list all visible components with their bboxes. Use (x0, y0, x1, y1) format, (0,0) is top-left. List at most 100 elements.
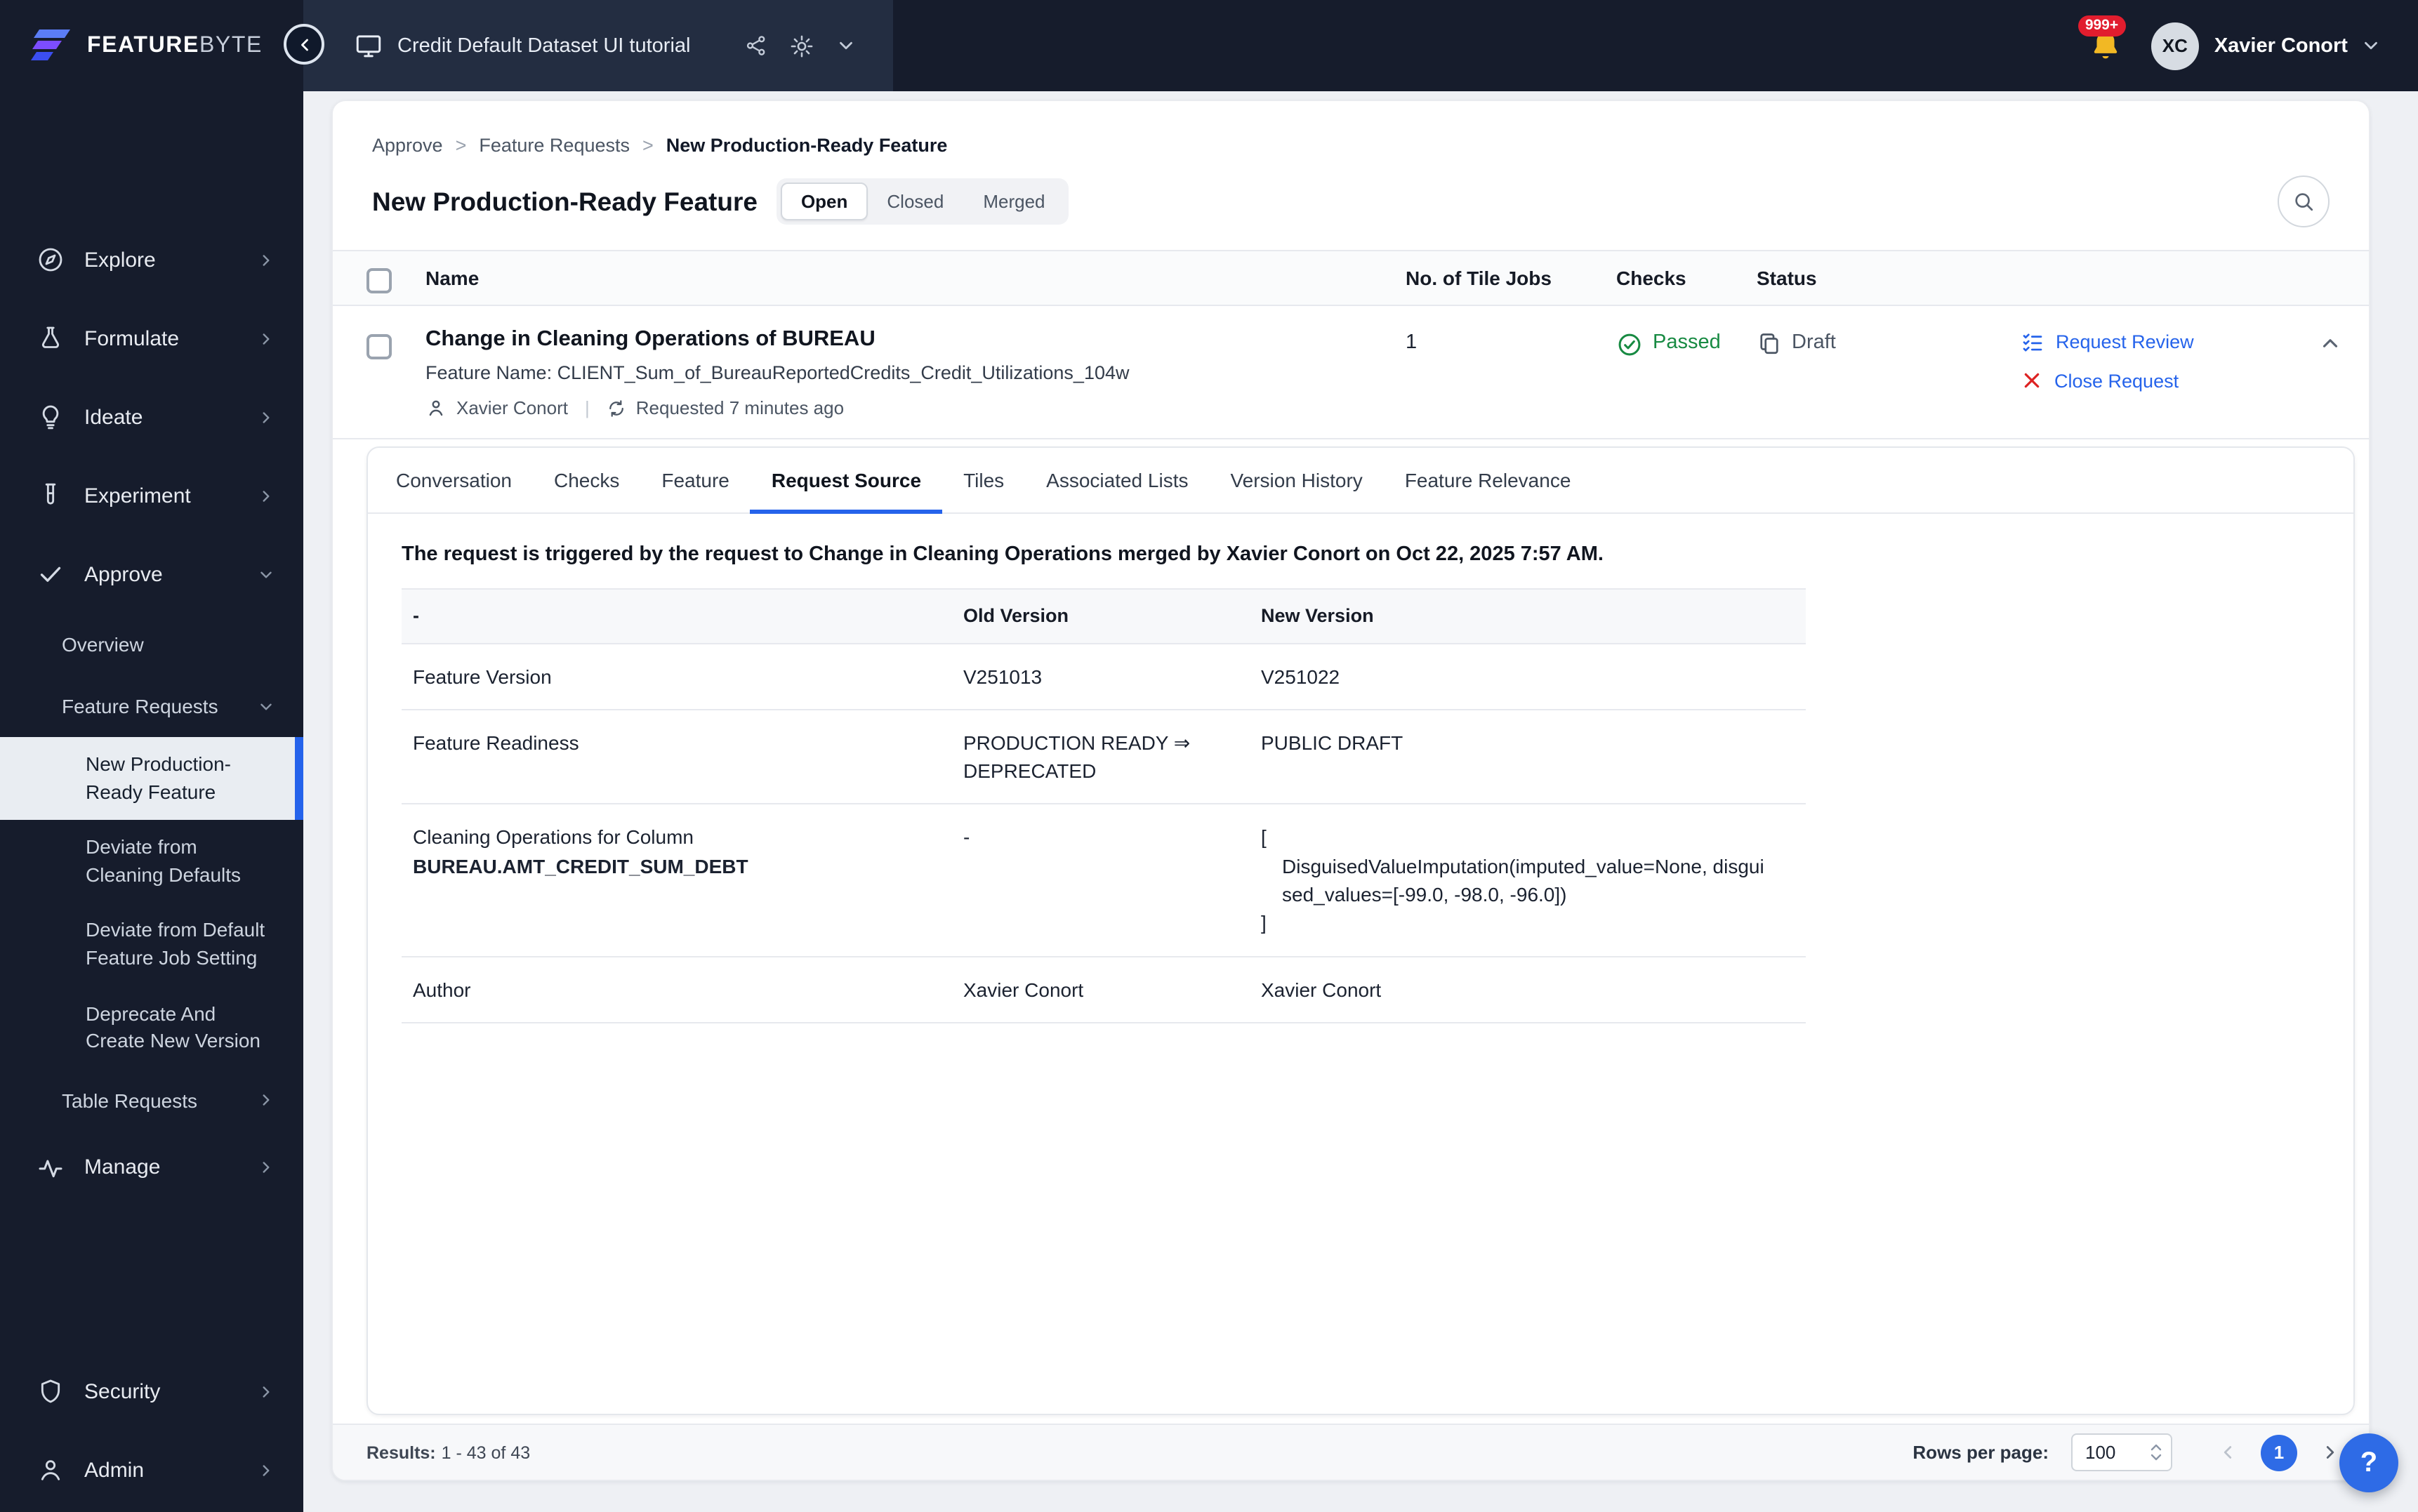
bracket-open: [ (1261, 823, 1795, 852)
refresh-icon (607, 398, 626, 418)
sidebar-collapse-button[interactable] (284, 24, 324, 65)
request-review-label: Request Review (2056, 331, 2194, 352)
page-header: Approve > Feature Requests > New Product… (333, 101, 2369, 227)
select-all-checkbox[interactable] (366, 267, 392, 293)
close-request-button[interactable]: Close Request (2021, 369, 2318, 392)
sidebar-item-table-requests[interactable]: Table Requests (0, 1070, 303, 1132)
sidebar-item-label: Approve (84, 562, 163, 586)
filter-closed[interactable]: Closed (867, 183, 963, 220)
request-title[interactable]: Change in Cleaning Operations of BUREAU (425, 327, 1392, 352)
chevron-down-icon (257, 697, 275, 715)
meta-separator: | (585, 397, 590, 418)
workspace-bar: Credit Default Dataset UI tutorial (303, 0, 892, 91)
avatar[interactable]: XC (2151, 22, 2199, 69)
row-checkbox[interactable] (366, 334, 392, 359)
workspace-chevron-down-icon[interactable] (835, 35, 856, 56)
comparison-table: - Old Version New Version Feature Versio… (402, 588, 1806, 1023)
breadcrumb: Approve > Feature Requests > New Product… (372, 135, 2330, 156)
checks-cell: Passed (1616, 306, 1757, 438)
comparison-row-label: Feature Version (402, 644, 952, 709)
collapse-row-button[interactable] (2318, 331, 2342, 355)
close-request-label: Close Request (2054, 370, 2179, 391)
filter-merged[interactable]: Merged (963, 183, 1064, 220)
request-source-content: The request is triggered by the request … (368, 514, 2353, 1053)
sidebar-item-explore[interactable]: Explore (0, 220, 303, 299)
request-review-button[interactable]: Request Review (2021, 330, 2318, 354)
sidebar-item-deviate-from-default-feature-job-setting[interactable]: Deviate from Default Feature Job Setting (0, 903, 303, 986)
old-version-value: PRODUCTION READY ⇒ DEPRECATED (952, 710, 1250, 804)
featurebyte-logo: FEATUREBYTE (0, 26, 303, 65)
comparison-header-row: - Old Version New Version (402, 588, 1806, 644)
sidebar-item-label: Explore (84, 248, 156, 272)
sidebar-item-label: Overview (62, 633, 144, 656)
sidebar-item-admin[interactable]: Admin (0, 1431, 303, 1509)
page-1-button[interactable]: 1 (2261, 1434, 2297, 1471)
sidebar-item-security[interactable]: Security (0, 1352, 303, 1431)
tile-jobs-count: 1 (1406, 306, 1616, 438)
request-meta: Xavier Conort | Requested 7 minutes ago (425, 397, 1392, 418)
featurebyte-logo-icon (31, 26, 73, 65)
tab-request-source[interactable]: Request Source (751, 448, 942, 514)
status-badge: Draft (1792, 331, 1836, 354)
comparison-header-new: New Version (1250, 590, 1806, 642)
sidebar-item-label: Ideate (84, 405, 143, 429)
sidebar-item-deviate-from-cleaning-defaults[interactable]: Deviate from Cleaning Defaults (0, 820, 303, 903)
app-root: FEATUREBYTE Credit Default Dataset UI tu… (0, 0, 2418, 1512)
old-version-value: Xavier Conort (952, 957, 1250, 1022)
comparison-row-label: Cleaning Operations for Column (413, 823, 941, 852)
sidebar-item-feature-requests[interactable]: Feature Requests (0, 675, 303, 737)
settings-gear-icon[interactable] (788, 33, 814, 58)
comparison-row-column-name: BUREAU.AMT_CREDIT_SUM_DEBT (413, 852, 941, 881)
brand-part2: BYTE (199, 33, 263, 57)
sidebar-item-deprecate-and-create-new-version[interactable]: Deprecate And Create New Version (0, 986, 303, 1069)
tab-version-history[interactable]: Version History (1210, 448, 1384, 514)
sidebar-item-label: Deviate from Cleaning Defaults (86, 835, 241, 885)
old-version-value: - (952, 805, 1250, 955)
tab-associated-lists[interactable]: Associated Lists (1025, 448, 1209, 514)
column-header-checks: Checks (1616, 267, 1757, 289)
filter-open[interactable]: Open (781, 183, 867, 220)
tab-checks[interactable]: Checks (533, 448, 640, 514)
tab-feature[interactable]: Feature (640, 448, 751, 514)
comparison-row-label: Author (402, 957, 952, 1022)
page-title: New Production-Ready Feature (372, 186, 758, 217)
notifications-button[interactable]: 999+ (2088, 28, 2123, 63)
sidebar-item-new-production-ready-feature[interactable]: New Production-Ready Feature (0, 737, 303, 820)
prev-page-button[interactable] (2212, 1436, 2244, 1468)
comparison-row-label-cell: Cleaning Operations for Column BUREAU.AM… (402, 805, 952, 955)
results-label: Results: (366, 1443, 436, 1462)
sidebar-item-experiment[interactable]: Experiment (0, 456, 303, 535)
breadcrumb-approve[interactable]: Approve (372, 135, 443, 156)
select-stepper-icons (2150, 1443, 2162, 1461)
sidebar-item-ideate[interactable]: Ideate (0, 378, 303, 456)
tab-conversation[interactable]: Conversation (375, 448, 533, 514)
activity-pulse-icon (37, 1154, 65, 1182)
user-name: Xavier Conort (2214, 34, 2348, 57)
cleaning-operation-value: DisguisedValueImputation(imputed_value=N… (1261, 852, 1769, 909)
topbar-right: 999+ XC Xavier Conort (2088, 22, 2418, 69)
pagination: Rows per page: 100 1 (1912, 1433, 2346, 1471)
sidebar-item-label: Experiment (84, 484, 191, 508)
chevron-right-icon (257, 329, 275, 347)
sidebar-item-approve[interactable]: Approve (0, 535, 303, 614)
search-icon (2292, 190, 2315, 213)
rows-per-page-select[interactable]: 100 (2071, 1433, 2172, 1471)
breadcrumb-separator: > (456, 135, 467, 156)
page-card: Approve > Feature Requests > New Product… (331, 100, 2370, 1481)
chevron-right-icon (257, 1159, 275, 1177)
breadcrumb-feature-requests[interactable]: Feature Requests (479, 135, 630, 156)
user-menu-chevron-down-icon[interactable] (2360, 35, 2381, 56)
results-footer: Results:1 - 43 of 43 Rows per page: 100 (333, 1424, 2369, 1480)
share-icon[interactable] (744, 34, 767, 58)
sidebar: Explore Formulate Ideate (0, 91, 303, 1512)
search-button[interactable] (2278, 175, 2330, 227)
tab-tiles[interactable]: Tiles (942, 448, 1025, 514)
sidebar-item-label: Deprecate And Create New Version (86, 1002, 260, 1052)
sidebar-item-manage[interactable]: Manage (0, 1132, 303, 1205)
sidebar-item-formulate[interactable]: Formulate (0, 299, 303, 378)
tab-feature-relevance[interactable]: Feature Relevance (1384, 448, 1592, 514)
sidebar-item-overview[interactable]: Overview (0, 614, 303, 675)
results-summary: Results:1 - 43 of 43 (366, 1443, 530, 1462)
request-name-cell: Change in Cleaning Operations of BUREAU … (425, 306, 1406, 438)
help-button[interactable]: ? (2339, 1433, 2398, 1492)
